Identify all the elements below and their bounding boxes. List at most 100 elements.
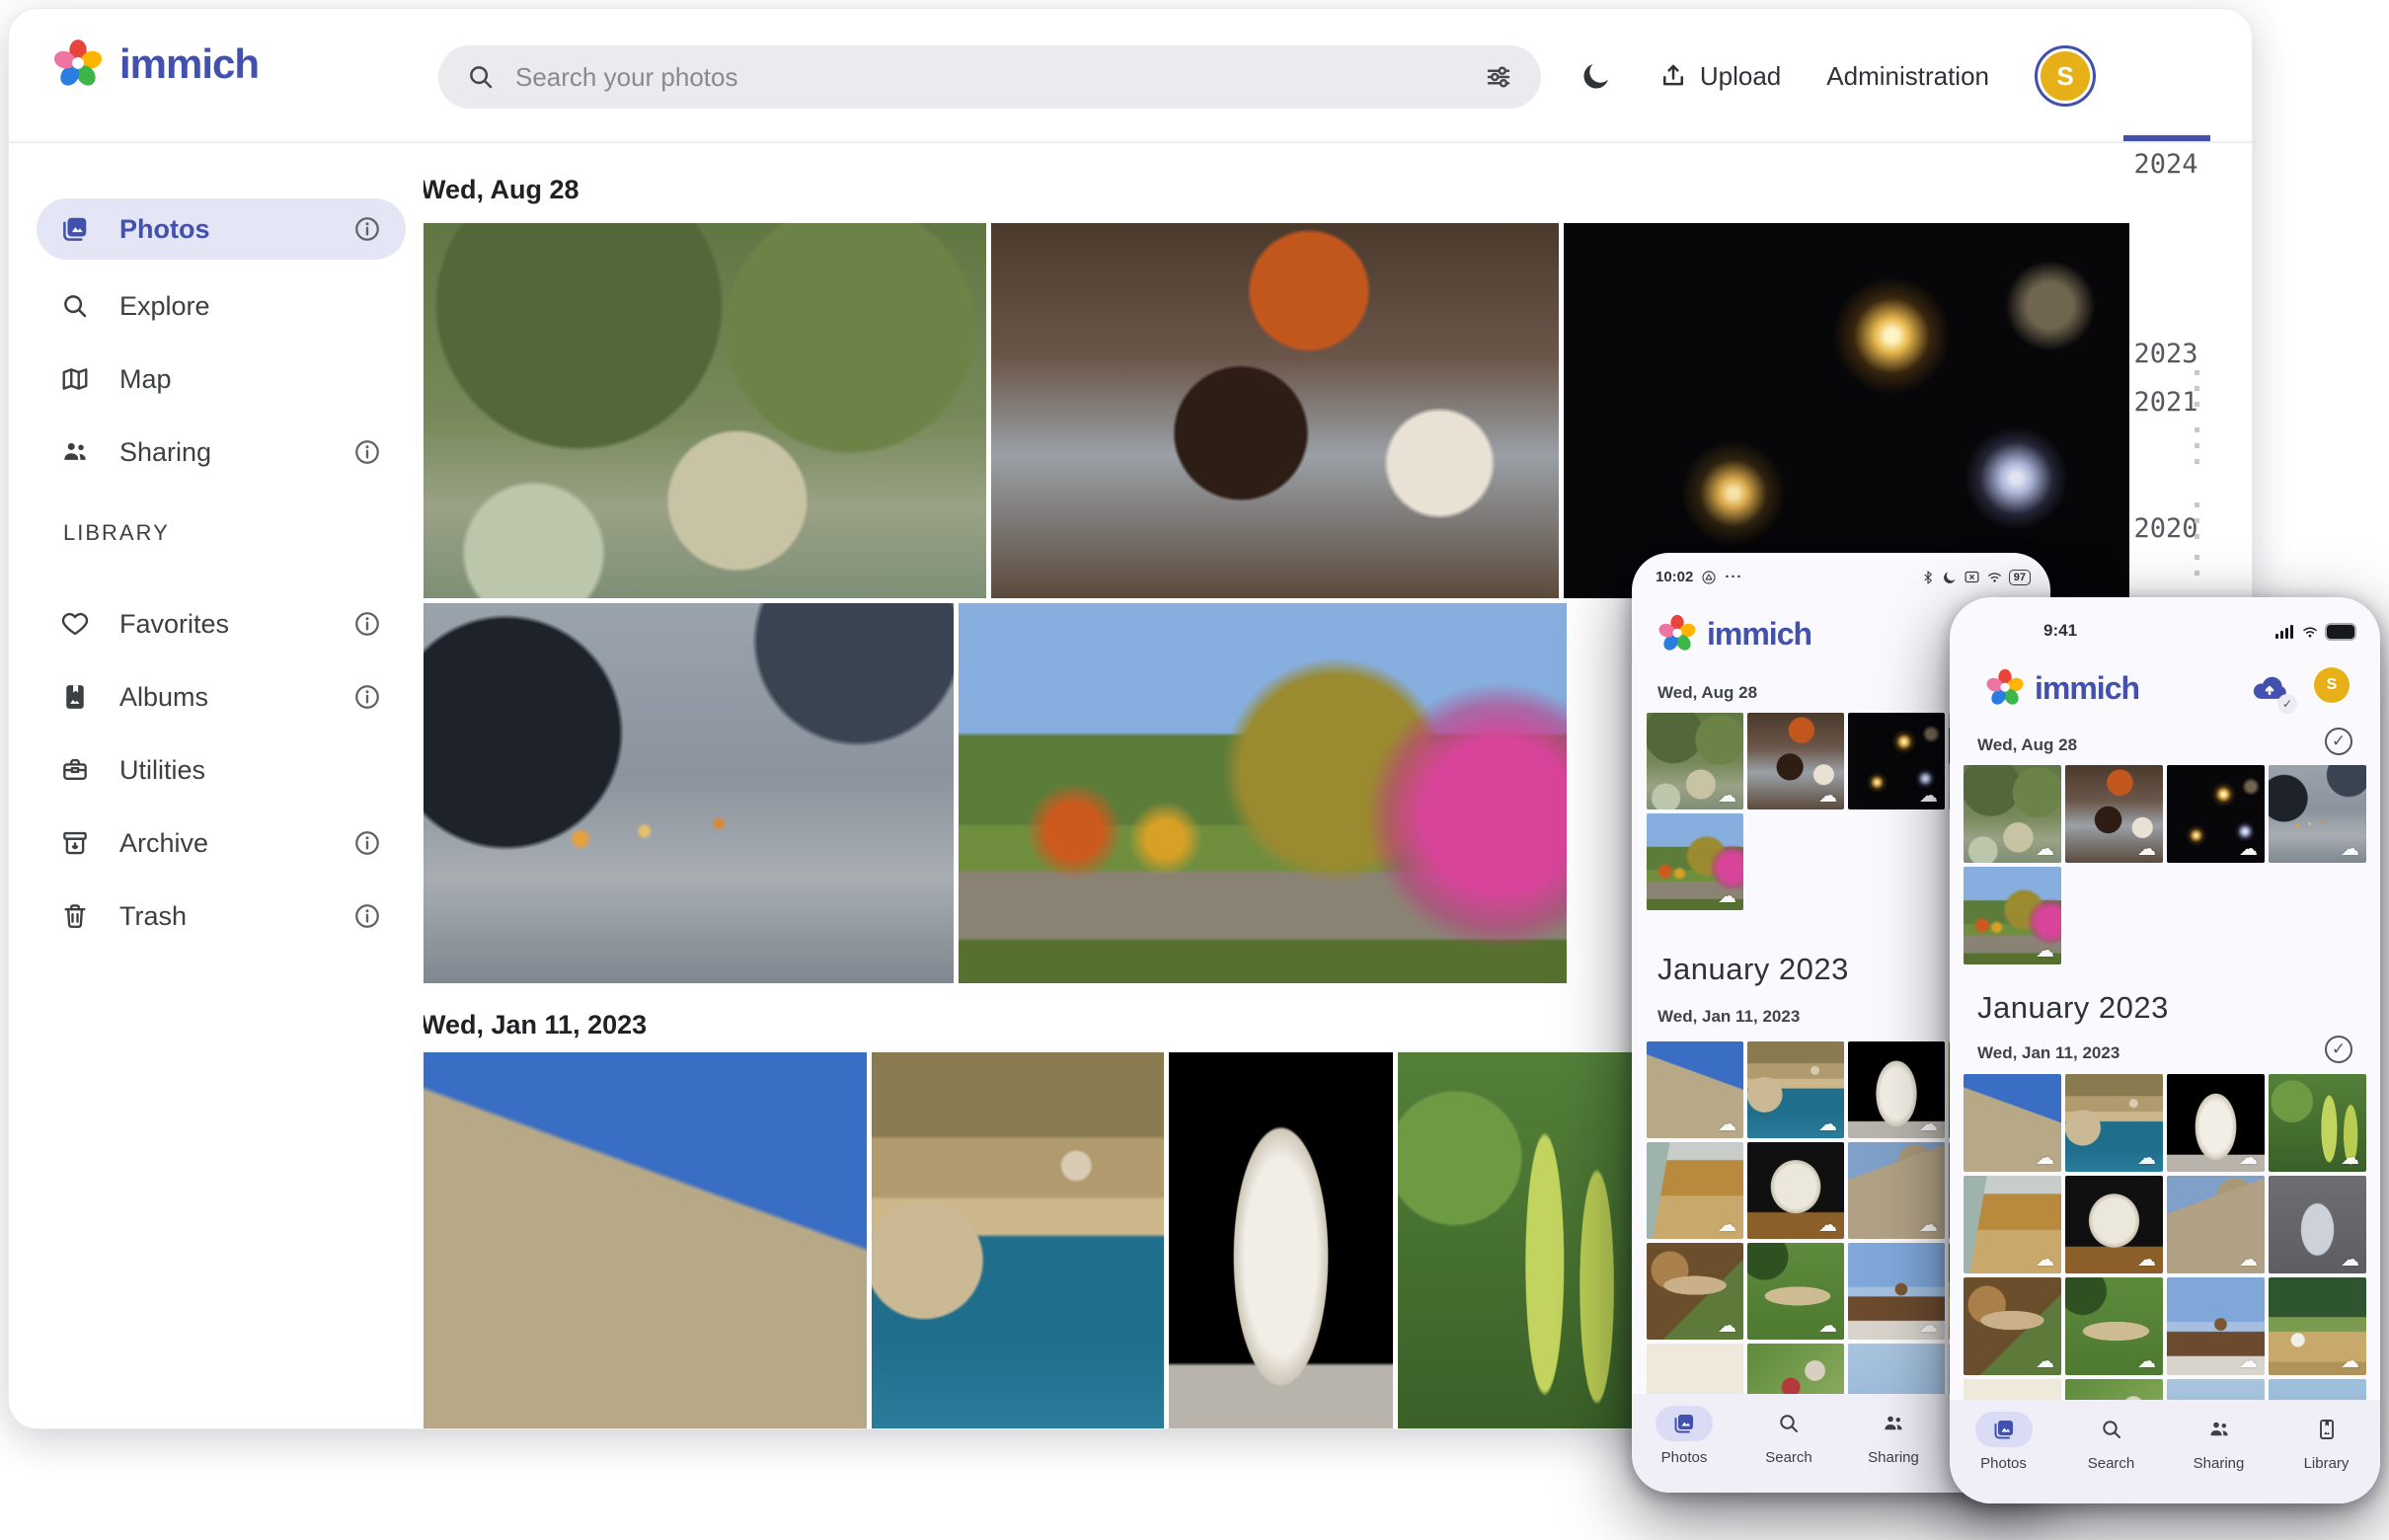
photo-thumbnail-sculpt[interactable] (2065, 1176, 2163, 1273)
photo-thumbnail-coast[interactable] (872, 1052, 1164, 1429)
heart-icon (60, 609, 90, 639)
sidebar-item-label: Utilities (119, 755, 382, 786)
nav-icon-slot (2298, 1412, 2355, 1447)
upload-button[interactable]: Upload (1658, 61, 1781, 92)
sidebar-item-trash[interactable]: Trash (37, 886, 406, 947)
sidebar-item-explore[interactable]: Explore (37, 275, 406, 337)
photo-thumbnail-bust[interactable] (1848, 1041, 1945, 1138)
sidebar-item-favorites[interactable]: Favorites (37, 593, 406, 654)
photo-thumbnail-bust[interactable] (1169, 1052, 1393, 1429)
sidebar-item-archive[interactable]: Archive (37, 812, 406, 874)
info-icon[interactable] (352, 682, 382, 712)
photo-thumbnail-castle[interactable] (1964, 1074, 2061, 1172)
photo-thumbnail-beach[interactable] (1647, 1142, 1743, 1239)
user-avatar[interactable]: S (2035, 45, 2096, 107)
album-icon (60, 682, 90, 712)
photo-thumbnail-zoo[interactable] (1964, 765, 2061, 863)
immich-logo[interactable]: immich (52, 38, 259, 90)
info-icon[interactable] (352, 214, 382, 244)
photo-row (421, 603, 1567, 983)
nav-label: Photos (1980, 1455, 2027, 1472)
nav-item-sharing[interactable]: Sharing (2165, 1412, 2273, 1472)
photo-thumbnail-coast[interactable] (2065, 1074, 2163, 1172)
photo-thumbnail-coast[interactable] (1747, 1041, 1844, 1138)
brand-name: immich (2035, 670, 2139, 707)
photo-thumbnail-church[interactable] (2167, 1277, 2265, 1375)
photo-thumbnail-ruins[interactable] (2167, 1176, 2265, 1273)
photo-thumbnail-church[interactable] (1848, 1243, 1945, 1340)
photo-thumbnail-lizard1[interactable] (1964, 1277, 2061, 1375)
photo-thumbnail-hands[interactable] (421, 603, 954, 983)
sidebar-item-label: Archive (119, 828, 323, 859)
photo-thumbnail-farm[interactable] (2269, 1277, 2366, 1375)
info-icon[interactable] (352, 437, 382, 467)
status-more-dots: ··· (1725, 569, 1742, 585)
photo-thumbnail-lizard1[interactable] (1647, 1243, 1743, 1340)
photo-thumbnail-castle[interactable] (421, 1052, 867, 1429)
active-pill (1656, 1406, 1713, 1441)
photo-thumbnail-fireworks[interactable] (1848, 713, 1945, 809)
photo-thumbnail-plant[interactable] (1398, 1052, 1635, 1429)
user-avatar[interactable]: S (2311, 664, 2352, 706)
photo-thumbnail-lizard2[interactable] (2065, 1277, 2163, 1375)
photo-thumbnail-zoo[interactable] (421, 223, 986, 598)
photo-thumbnail-sculpt[interactable] (1747, 1142, 1844, 1239)
select-all-check-icon[interactable]: ✓ (2325, 1036, 2352, 1063)
select-all-check-icon[interactable]: ✓ (2325, 728, 2352, 755)
search-input[interactable] (515, 62, 1464, 93)
phone-status-left: 9:41 (2043, 621, 2077, 641)
photo-thumbnail-beach[interactable] (1964, 1176, 2061, 1273)
sharing-people-icon (2207, 1418, 2231, 1441)
trash-icon (60, 901, 90, 931)
nav-item-search[interactable]: Search (1736, 1406, 1841, 1466)
photo-thumbnail-lizard2[interactable] (1747, 1243, 1844, 1340)
info-icon[interactable] (352, 828, 382, 858)
search-filter-icon[interactable] (1484, 62, 1513, 92)
backup-cloud-icon[interactable]: ✓ (2250, 668, 2289, 708)
timeline-year-2024[interactable]: 2024 (2119, 149, 2212, 180)
photo-thumbnail-dinner[interactable] (2065, 765, 2163, 863)
photo-thumbnail-fireworks[interactable] (2167, 765, 2265, 863)
photo-thumbnail-zoo[interactable] (1647, 713, 1743, 809)
bottom-navigation-bar: Photos Search Sharing Library (1950, 1400, 2380, 1503)
photo-thumbnail-dinner[interactable] (1747, 713, 1844, 809)
nav-item-photos[interactable]: Photos (1950, 1412, 2057, 1472)
phone-status-left: 10:02 ··· (1656, 569, 1742, 585)
theme-toggle-moon-icon[interactable] (1580, 59, 1613, 93)
photo-thumbnail-castle[interactable] (1647, 1041, 1743, 1138)
photo-thumbnail-dinner[interactable] (991, 223, 1559, 598)
brand-name: immich (1707, 616, 1811, 653)
nav-item-search[interactable]: Search (2057, 1412, 2165, 1472)
photo-thumbnail-hands[interactable] (2269, 765, 2366, 863)
archive-icon (60, 828, 90, 858)
nav-item-library[interactable]: Library (2273, 1412, 2380, 1472)
mobile-app-mockup-iphone: 9:41 immich ✓ S Wed, Aug 28 ✓ January 20… (1950, 597, 2380, 1503)
search-icon (466, 62, 496, 92)
sidebar-item-utilities[interactable]: Utilities (37, 739, 406, 801)
photo-thumbnail-fireworks[interactable] (1564, 223, 2129, 598)
toolbox-icon (60, 755, 90, 785)
sidebar-item-map[interactable]: Map (37, 348, 406, 410)
sidebar-item-sharing[interactable]: Sharing (37, 422, 406, 483)
month-header: January 2023 (1977, 990, 2169, 1026)
administration-link[interactable]: Administration (1826, 61, 1989, 92)
nav-icon-slot (2083, 1412, 2140, 1447)
photo-thumbnail-autumn[interactable] (1964, 867, 2061, 964)
search-bar[interactable] (438, 45, 1541, 109)
nav-item-photos[interactable]: Photos (1632, 1406, 1736, 1466)
sidebar-item-photos[interactable]: Photos (37, 198, 406, 260)
photo-row (421, 223, 2129, 598)
photo-thumbnail-autumn[interactable] (1647, 813, 1743, 910)
immich-logo: immich (1985, 668, 2139, 708)
photo-thumbnail-ruins[interactable] (1848, 1142, 1945, 1239)
info-icon[interactable] (352, 609, 382, 639)
photo-thumbnail-ornament[interactable] (2269, 1176, 2366, 1273)
photo-thumbnail-plant[interactable] (2269, 1074, 2366, 1172)
timeline-year-2023[interactable]: 2023 (2119, 339, 2212, 369)
photo-thumbnail-autumn[interactable] (959, 603, 1567, 983)
sidebar-item-albums[interactable]: Albums (37, 666, 406, 728)
nav-item-sharing[interactable]: Sharing (1841, 1406, 1946, 1466)
photo-thumbnail-bust[interactable] (2167, 1074, 2265, 1172)
info-icon[interactable] (352, 901, 382, 931)
battery-icon: 97 (2009, 570, 2031, 585)
